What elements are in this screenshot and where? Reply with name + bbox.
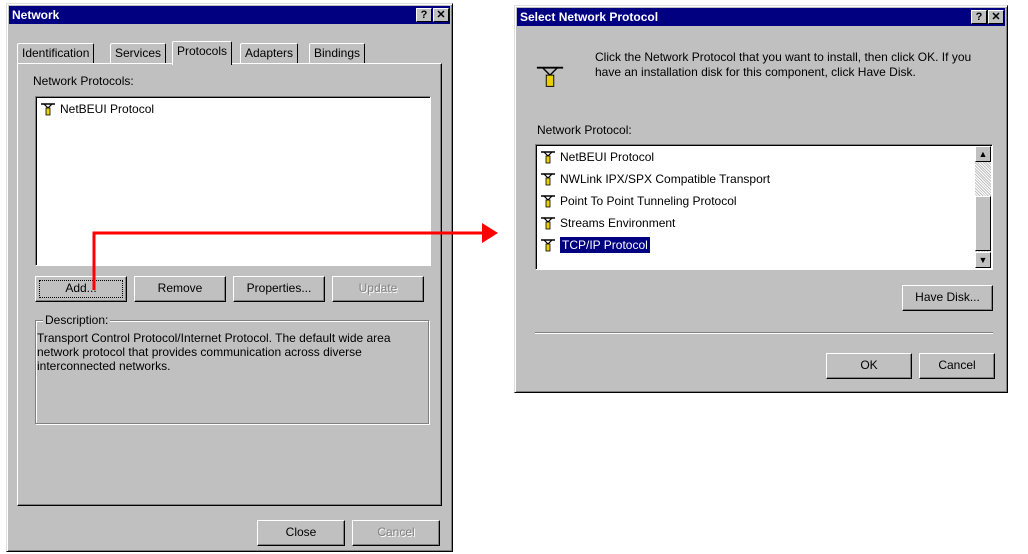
update-button[interactable]: Update <box>332 276 424 302</box>
network-protocol-icon <box>541 239 555 252</box>
network-protocol-large-icon <box>536 66 564 87</box>
tab-identification[interactable]: Identification <box>17 43 95 63</box>
installed-protocols-list[interactable]: NetBEUI Protocol <box>35 96 431 266</box>
ok-button[interactable]: OK <box>826 353 912 379</box>
network-cancel-button[interactable]: Cancel <box>352 520 440 546</box>
network-dialog: Network ? ✕ Identification Services Prot… <box>6 3 453 552</box>
network-protocol-icon <box>41 103 55 116</box>
network-title: Network <box>12 8 60 22</box>
select-title: Select Network Protocol <box>520 10 659 24</box>
close-button[interactable]: ✕ <box>433 8 449 22</box>
select-protocol-dialog: Select Network Protocol ? ✕ Click the Ne… <box>514 5 1008 393</box>
select-cancel-button[interactable]: Cancel <box>919 353 995 379</box>
help-button[interactable]: ? <box>416 8 432 22</box>
description-label: Description: <box>43 313 111 327</box>
available-protocols-list[interactable]: NetBEUI Protocol NWLink IPX/SPX Compatib… <box>535 144 993 270</box>
network-close-button[interactable]: Close <box>257 520 345 546</box>
close-button[interactable]: ✕ <box>988 10 1004 24</box>
network-protocol-icon <box>541 173 555 186</box>
instruction-text: Click the Network Protocol that you want… <box>595 50 972 79</box>
select-title-bar[interactable]: Select Network Protocol ? ✕ <box>517 8 1005 26</box>
list-item-selected[interactable]: TCP/IP Protocol <box>540 236 651 254</box>
scroll-thumb[interactable] <box>975 196 991 251</box>
remove-button[interactable]: Remove <box>134 276 226 302</box>
network-protocol-icon <box>541 217 555 230</box>
network-protocol-label: Network Protocol: <box>537 123 632 137</box>
tab-adapters[interactable]: Adapters <box>240 43 299 63</box>
list-item[interactable]: NetBEUI Protocol <box>540 148 654 166</box>
tab-protocols[interactable]: Protocols <box>172 41 233 65</box>
add-button[interactable]: Add... <box>35 276 127 302</box>
network-title-bar[interactable]: Network ? ✕ <box>9 6 450 24</box>
tab-strip: Identification Services Protocols Adapte… <box>17 41 437 65</box>
tab-bindings[interactable]: Bindings <box>309 43 366 63</box>
description-text: Transport Control Protocol/Internet Prot… <box>37 331 391 373</box>
properties-button[interactable]: Properties... <box>233 276 325 302</box>
scroll-up-button[interactable]: ▲ <box>975 146 991 162</box>
network-protocol-icon <box>541 195 555 208</box>
list-item[interactable]: NWLink IPX/SPX Compatible Transport <box>540 170 770 188</box>
have-disk-button[interactable]: Have Disk... <box>902 285 993 311</box>
tab-services[interactable]: Services <box>110 43 167 63</box>
scroll-down-button[interactable]: ▼ <box>975 252 991 268</box>
help-button[interactable]: ? <box>971 10 987 24</box>
list-item[interactable]: Streams Environment <box>540 214 675 232</box>
list-item[interactable]: NetBEUI Protocol <box>40 100 154 118</box>
list-item[interactable]: Point To Point Tunneling Protocol <box>540 192 737 210</box>
network-protocol-icon <box>541 151 555 164</box>
vertical-scrollbar[interactable]: ▲ ▼ <box>975 146 991 268</box>
network-protocols-label: Network Protocols: <box>33 74 134 88</box>
separator <box>535 332 993 334</box>
